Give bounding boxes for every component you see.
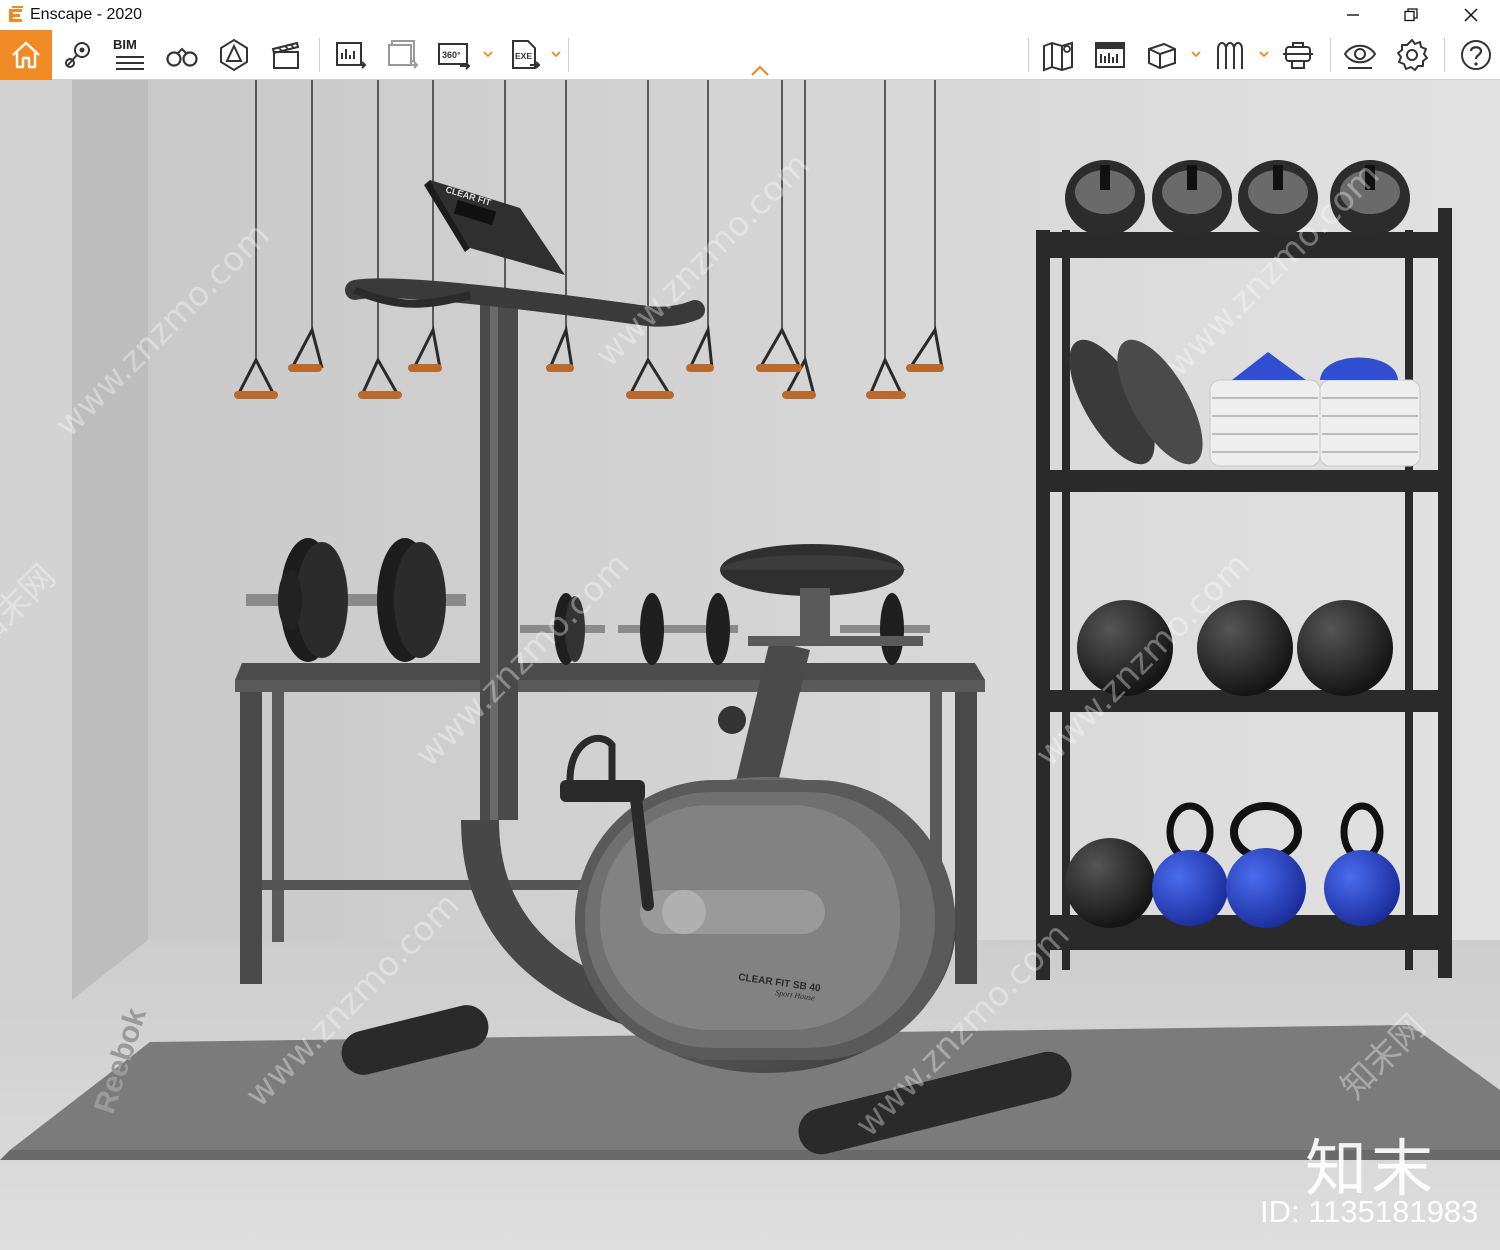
image-id: ID: 1135181983 bbox=[1260, 1194, 1479, 1229]
render-viewport[interactable]: Reebok CLEAR FIT CLEAR FIT SB 40 Sport H… bbox=[0, 80, 1500, 1250]
ruler-panel-button[interactable] bbox=[1088, 33, 1132, 77]
restore-button[interactable] bbox=[1382, 0, 1440, 30]
cube-view-icon bbox=[1148, 42, 1176, 70]
home-button[interactable] bbox=[0, 30, 52, 80]
batch-render-icon bbox=[388, 40, 419, 69]
toolbar-separator bbox=[319, 38, 320, 72]
home-icon bbox=[12, 41, 40, 69]
visual-settings-button[interactable] bbox=[1338, 33, 1382, 77]
window-title: Enscape - 2020 bbox=[30, 6, 143, 23]
minimize-icon bbox=[1347, 14, 1359, 16]
pano-label: 360° bbox=[442, 50, 461, 60]
title-bar: Enscape - 2020 bbox=[0, 0, 1500, 30]
capture-button[interactable] bbox=[1276, 33, 1320, 77]
views-button[interactable] bbox=[56, 33, 100, 77]
cube-view-button[interactable] bbox=[1140, 33, 1184, 77]
video-editor-button[interactable] bbox=[264, 33, 308, 77]
close-button[interactable] bbox=[1442, 0, 1500, 30]
chevron-down-icon[interactable] bbox=[1258, 48, 1270, 60]
export-exe-button[interactable]: EXE bbox=[502, 33, 546, 77]
video-editor-icon bbox=[271, 41, 300, 69]
bim-label: BIM bbox=[113, 37, 137, 52]
asset-library-icon bbox=[220, 38, 248, 72]
minimap-button[interactable] bbox=[1036, 33, 1080, 77]
binoculars-icon bbox=[166, 47, 198, 67]
render-screenshot-icon bbox=[336, 42, 367, 69]
help-button[interactable] bbox=[1454, 33, 1498, 77]
minimize-button[interactable] bbox=[1324, 0, 1382, 30]
help-icon bbox=[1461, 40, 1491, 70]
main-toolbar: BIM 360° EXE bbox=[0, 30, 1500, 80]
reflections-button[interactable] bbox=[1208, 33, 1252, 77]
chevron-down-icon[interactable] bbox=[550, 48, 562, 60]
reflections-icon bbox=[1217, 42, 1243, 69]
enscape-logo-icon bbox=[9, 6, 23, 22]
capture-icon bbox=[1283, 42, 1313, 69]
restore-icon bbox=[1404, 8, 1418, 22]
map-pin-icon bbox=[65, 42, 90, 68]
ruler-panel-icon bbox=[1095, 42, 1125, 68]
panorama-360-icon: 360° bbox=[438, 43, 471, 70]
chevron-down-icon[interactable] bbox=[1190, 48, 1202, 60]
settings-gear-icon bbox=[1397, 39, 1428, 71]
minimap-icon bbox=[1043, 41, 1073, 72]
toolbar-separator bbox=[568, 38, 569, 72]
render-screenshot-button[interactable] bbox=[328, 33, 372, 77]
chevron-up-icon[interactable] bbox=[750, 64, 770, 78]
export-exe-icon: EXE bbox=[512, 40, 541, 69]
visual-settings-icon bbox=[1343, 44, 1377, 69]
asset-library-button[interactable] bbox=[212, 33, 256, 77]
binoculars-button[interactable] bbox=[160, 33, 204, 77]
settings-button[interactable] bbox=[1390, 33, 1434, 77]
toolbar-separator bbox=[1028, 38, 1029, 72]
toolbar-separator bbox=[1330, 38, 1331, 72]
panorama-360-button[interactable]: 360° bbox=[432, 33, 476, 77]
close-icon bbox=[1464, 8, 1478, 22]
exe-label: EXE bbox=[515, 51, 532, 61]
chevron-down-icon[interactable] bbox=[482, 48, 494, 60]
toolbar-separator bbox=[1444, 38, 1445, 72]
batch-render-button[interactable] bbox=[380, 33, 424, 77]
